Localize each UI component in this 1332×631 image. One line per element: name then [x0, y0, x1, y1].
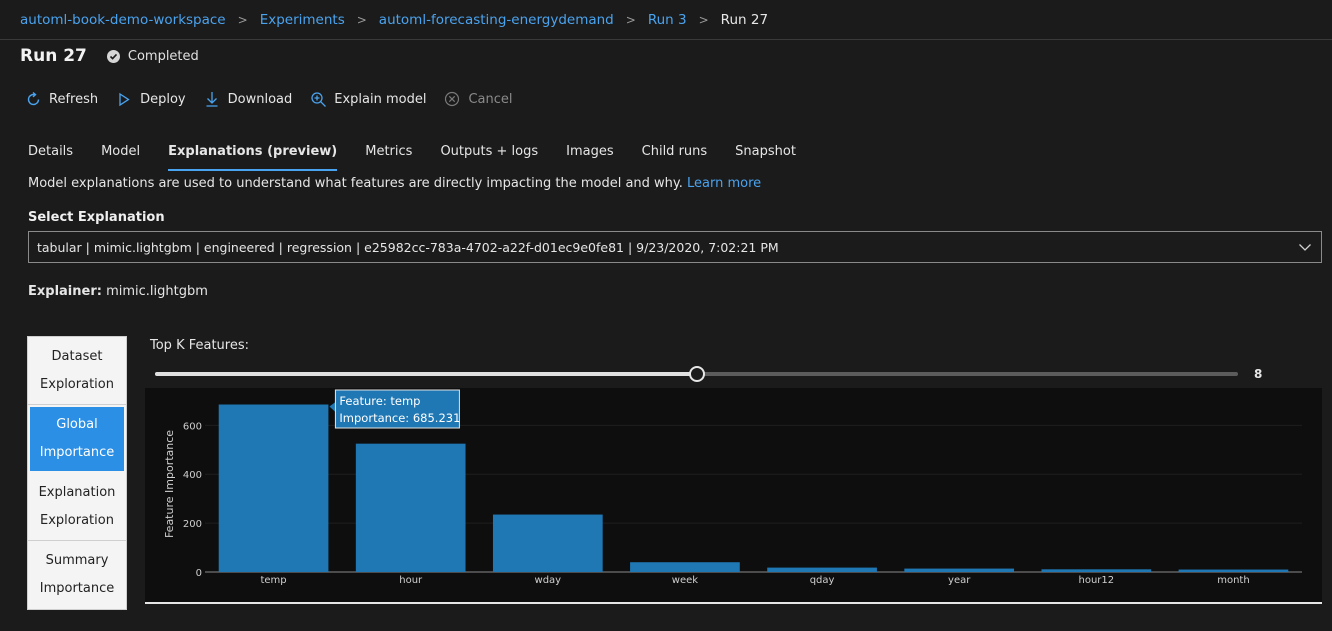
refresh-button[interactable]: Refresh [24, 90, 98, 108]
chevron-down-icon [1297, 239, 1313, 258]
chevron-right-icon: > [625, 12, 636, 27]
nav-item-line2: Exploration [40, 512, 114, 528]
x-tick-label: year [948, 575, 971, 586]
breadcrumb-parent-run[interactable]: Run 3 [648, 12, 687, 28]
check-circle-icon [106, 49, 120, 63]
download-icon [203, 90, 221, 108]
tab-snapshot[interactable]: Snapshot [735, 140, 796, 168]
tab-child-runs[interactable]: Child runs [642, 140, 708, 168]
explainer-info: Explainer: mimic.lightgbm [28, 284, 208, 299]
download-label: Download [227, 91, 293, 107]
x-tick-label: wday [535, 575, 562, 586]
select-explanation-label: Select Explanation [28, 210, 165, 225]
description-text: Model explanations are used to understan… [28, 176, 688, 191]
x-tick-label: month [1217, 575, 1249, 586]
tab-bar: Details Model Explanations (preview) Met… [28, 140, 824, 171]
nav-dataset-exploration[interactable]: Dataset Exploration [28, 337, 126, 405]
explain-model-label: Explain model [334, 91, 427, 107]
status-badge: Completed [106, 48, 199, 64]
tab-explanations[interactable]: Explanations (preview) [168, 140, 338, 171]
breadcrumb-current-run: Run 27 [720, 11, 769, 28]
refresh-icon [24, 90, 42, 108]
topk-label: Top K Features: [150, 338, 250, 353]
bar-week [630, 562, 740, 572]
bar-qday [767, 567, 877, 572]
tooltip-pointer [329, 402, 336, 412]
topk-slider[interactable] [155, 366, 1238, 382]
toolbar: Refresh Deploy Download Explain model Ca… [24, 88, 530, 110]
nav-item-line1: Dataset [51, 348, 103, 364]
cancel-button[interactable]: Cancel [443, 90, 513, 108]
slider-fill [155, 372, 697, 376]
breadcrumb-experiments[interactable]: Experiments [260, 12, 345, 28]
feature-importance-chart: 0 200 400 600 Feature Importance temp hour wday… [145, 388, 1322, 603]
nav-summary-importance[interactable]: Summary Importance [28, 541, 126, 609]
breadcrumb-workspace[interactable]: automl-book-demo-workspace [20, 12, 226, 28]
tab-details[interactable]: Details [28, 140, 73, 168]
nav-item-line2: Importance [39, 445, 115, 460]
bar-hour [355, 443, 466, 572]
play-icon [115, 90, 133, 108]
slider-thumb[interactable] [688, 366, 705, 382]
breadcrumb-experiment[interactable]: automl-forecasting-energydemand [379, 12, 614, 28]
select-explanation-dropdown[interactable]: tabular | mimic.lightgbm | engineered | … [28, 231, 1322, 263]
status-text: Completed [127, 48, 199, 64]
bar-temp [218, 404, 329, 572]
learn-more-link[interactable]: Learn more [687, 176, 761, 191]
nav-item-line1: Summary [45, 553, 109, 568]
explainer-value: mimic.lightgbm [106, 284, 208, 299]
explanations-description: Model explanations are used to understan… [28, 176, 761, 191]
nav-item-line1: Explanation [38, 484, 116, 500]
title-row: Run 27 Completed [20, 46, 199, 66]
explain-model-button[interactable]: Explain model [309, 90, 426, 108]
x-tick-label: qday [810, 575, 835, 586]
chart-svg: 0 200 400 600 Feature Importance temp hour wday… [163, 389, 1302, 586]
chevron-right-icon: > [356, 12, 367, 27]
tooltip-importance: Importance: 685.231 [339, 411, 460, 425]
nav-explanation-exploration[interactable]: Explanation Exploration [28, 473, 126, 541]
y-tick-label: 0 [196, 568, 202, 579]
chart-divider [145, 602, 1322, 604]
x-tick-label: hour [399, 575, 423, 586]
zoom-in-icon [309, 90, 327, 108]
topk-value: 8 [1254, 367, 1263, 381]
deploy-button[interactable]: Deploy [115, 90, 186, 108]
chevron-right-icon: > [237, 12, 248, 27]
nav-item-line2: Importance [39, 581, 115, 596]
nav-item-line2: Exploration [40, 376, 114, 392]
y-axis-label: Feature Importance [163, 430, 176, 538]
tab-images[interactable]: Images [566, 140, 614, 168]
y-tick-label: 600 [183, 421, 202, 432]
bar-year [904, 568, 1015, 572]
explanation-view-nav: Dataset Exploration Global Importance Expl… [27, 336, 127, 610]
download-button[interactable]: Download [203, 90, 293, 108]
bar-wday [492, 514, 603, 572]
deploy-label: Deploy [140, 91, 186, 107]
bar-month [1178, 569, 1289, 572]
nav-item-line1: Global [56, 417, 98, 432]
y-tick-label: 400 [183, 470, 202, 481]
chevron-right-icon: > [698, 12, 709, 27]
tab-outputs-logs[interactable]: Outputs + logs [440, 140, 538, 168]
y-tick-label: 200 [183, 519, 202, 530]
explainer-label: Explainer: [28, 284, 102, 299]
nav-global-importance[interactable]: Global Importance [28, 405, 126, 473]
bar-hour12 [1041, 569, 1152, 572]
page-title: Run 27 [20, 46, 87, 66]
cancel-label: Cancel [468, 91, 513, 107]
tab-metrics[interactable]: Metrics [365, 140, 412, 168]
tab-model[interactable]: Model [101, 140, 140, 168]
cancel-icon [443, 90, 461, 108]
tooltip-feature: Feature: temp [339, 394, 420, 408]
breadcrumb: automl-book-demo-workspace > Experiments… [0, 0, 1332, 40]
x-tick-label: week [672, 575, 698, 586]
select-explanation-value: tabular | mimic.lightgbm | engineered | … [37, 239, 779, 255]
refresh-label: Refresh [49, 91, 99, 107]
x-tick-label: temp [260, 575, 286, 586]
x-tick-label: hour12 [1078, 575, 1114, 586]
